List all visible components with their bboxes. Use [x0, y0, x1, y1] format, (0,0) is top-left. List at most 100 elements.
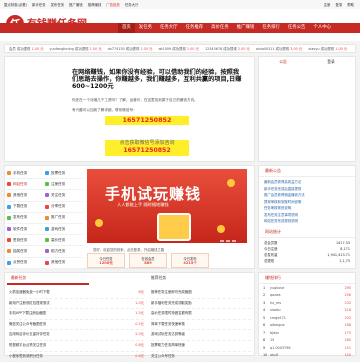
task-row[interactable]: 新手福利任务完成领取奖励 — [151, 299, 251, 310]
category-icon — [7, 227, 11, 232]
task-row[interactable]: 推荐任务注册即可完成截图 — [151, 288, 251, 299]
banner-title: 手机试玩赚钱 — [105, 185, 202, 203]
category-item[interactable]: 投票任务 — [45, 171, 83, 176]
category-item[interactable]: 其他任务 — [45, 260, 83, 265]
promo-banner[interactable]: 手机试玩赚钱 人人都能上手 随时随地赚钱 — [87, 169, 247, 243]
coin-icon — [217, 225, 225, 233]
site-stats-list: 总会员数 1417.33 今日注册 8,171 总发布量 1,941,413.71 总… — [259, 238, 355, 266]
task-row[interactable]: 应用商店评价五星好评任务 2.0元 — [9, 330, 144, 341]
task-row[interactable]: 短视频平台点赞关注任务 0.8元 — [9, 341, 144, 352]
category-icon — [7, 171, 11, 176]
nav-home[interactable]: 首页 — [118, 23, 135, 33]
task-row[interactable]: 小程序签到领积分任务 0.6元 — [9, 352, 144, 362]
category-item[interactable]: 高价任务 — [45, 238, 83, 243]
rank-row[interactable]: 5 cmge571 202 — [259, 314, 355, 322]
category-item[interactable]: 其他任务 — [7, 193, 45, 198]
ranking-title: 赚钱排行 — [259, 273, 355, 284]
cta-highlight[interactable]: 点击获取微信号添加咨询 16571250852 — [105, 140, 189, 156]
category-item[interactable]: 助力任务 — [45, 249, 83, 254]
stat-card: 今日发布 3215个 — [171, 253, 209, 268]
category-icon — [45, 171, 49, 176]
category-icon — [45, 227, 49, 232]
rank-row[interactable]: 10 abc8 140 — [259, 352, 355, 360]
category-item[interactable]: 关注任务 — [45, 193, 83, 198]
category-icon — [45, 249, 49, 254]
login-link[interactable]: 登录 — [335, 2, 342, 7]
task-row[interactable]: 简单下载任务快速审核 — [151, 320, 251, 331]
rank-row[interactable]: 2 qazws 256 — [259, 292, 355, 300]
welcome-text: 您好，欢迎您的到来，点击登录，开启赚钱之路 — [93, 248, 165, 252]
category-icon — [7, 215, 11, 220]
top-link[interactable]: 新手任务 — [32, 2, 46, 7]
rank-row[interactable]: 3 hu_ms 232 — [259, 299, 355, 307]
nav-item[interactable]: 高价任务 — [207, 23, 233, 33]
category-icon — [45, 238, 49, 243]
task-row[interactable]: 游戏试玩任务达到等级 — [151, 330, 251, 341]
top-link-hot[interactable]: 广告投放 — [106, 2, 120, 7]
task-row[interactable]: 高价任务限时抢做名额有限 — [151, 309, 251, 320]
latest-task-list: 火箭加速器免费一小时下载 8元 新用户注册领红包提现测试 1.0元 手机APP下载注… — [9, 288, 144, 362]
top-link[interactable]: 发布任务 — [51, 2, 65, 7]
promo-sub: 有兴趣可以加我了解详细，联系微信号： — [72, 108, 137, 112]
nav-item[interactable]: 个人中心 — [309, 23, 335, 33]
nav-item[interactable]: 任务公告 — [284, 23, 310, 33]
category-item[interactable]: 注册任务 — [45, 182, 83, 187]
nav-item[interactable]: 任务大厅 — [156, 23, 182, 33]
category-item[interactable]: 抽奖任务 — [7, 249, 45, 254]
category-item[interactable]: 软件任务 — [7, 227, 45, 232]
nav-item[interactable]: 任务推荐 — [182, 23, 208, 33]
ticker-item: wt1009 成功提现 1.00 元 — [158, 47, 199, 51]
task-row[interactable]: 手机APP下载注册后截图 1.5元 — [9, 309, 144, 320]
tab-login[interactable]: 登录 — [307, 57, 355, 67]
task-lists-section: 最新任务 推荐任务 火箭加速器免费一小时下载 8元 新用户注册领红包提现测试 1.0… — [4, 272, 255, 362]
top-link[interactable]: 任务大厅 — [125, 2, 139, 7]
register-link[interactable]: 注册 — [324, 2, 331, 7]
phone-highlight[interactable]: 16571250852 — [105, 116, 189, 125]
stat-row: 总提现 1,1,75 — [264, 258, 350, 263]
help-link[interactable]: 帮助 — [347, 2, 354, 7]
category-item[interactable]: 下载任务 — [7, 204, 45, 209]
category-item[interactable]: 手机任务 — [7, 171, 45, 176]
task-row[interactable]: 新用户注册领红包提现测试 1.0元 — [9, 299, 144, 310]
news-title: 最新公告 — [259, 166, 355, 177]
category-item[interactable]: 点赞任务 — [7, 260, 45, 265]
category-item[interactable]: 分享任务 — [45, 204, 83, 209]
category-icon — [7, 249, 11, 254]
category-icon — [7, 260, 11, 265]
rank-row[interactable]: 1 yuqilove 290 — [259, 284, 355, 292]
nav-item[interactable]: 发任务 — [135, 23, 156, 33]
top-link[interactable]: 推广赚钱 — [69, 2, 83, 7]
promo-panel: 在网络赚钱，如果你没有经验，可以借助我们的经验，按照我 们思路去操作，你赚越多，… — [4, 56, 255, 162]
rank-row[interactable]: 9 q1.0003798 151 — [259, 344, 355, 352]
banner-subtitle: 人人都能上手 随时随地赚钱 — [117, 202, 169, 207]
category-icon — [7, 204, 11, 209]
category-item[interactable]: 网站任务 — [7, 182, 45, 187]
news-and-stats-panel: 最新公告 最新会员获得高收益方法 新手任务完成后直接提现 推广会员获得佣金赚钱方… — [258, 165, 356, 269]
task-row[interactable]: 微信关注公众号截图任务 0.5元 — [9, 320, 144, 331]
coin-icon — [95, 219, 103, 227]
top-link[interactable]: 整点特惠(必看) — [4, 2, 27, 7]
category-icon — [45, 215, 49, 220]
task-row[interactable]: 投票助力任务简单快速 — [151, 341, 251, 352]
promo-line: 在网络赚钱，如果你没有经验，可以借助我们的经验，按照我 — [72, 69, 240, 76]
task-row[interactable]: 火箭加速器免费一小时下载 8元 — [9, 288, 144, 299]
category-item[interactable]: 推广任务 — [45, 215, 83, 220]
promo-line: 600~1200元 — [72, 83, 114, 90]
rank-row[interactable]: 7 bjdsv 175 — [259, 329, 355, 337]
right-panel-body — [259, 67, 355, 161]
nav-item[interactable]: 任务排行 — [258, 23, 284, 33]
rank-row[interactable]: 8 15 160 — [259, 337, 355, 345]
rank-row[interactable]: 4 xiaotu 218 — [259, 307, 355, 315]
ticker-item: 12345678 成功提现 2.00 元 — [204, 47, 250, 51]
promo-line: 们思路去操作，你赚越多，我们赚越多，互利共赢的项目,日赚 — [72, 76, 242, 83]
tab-notice[interactable]: 公告 — [259, 57, 307, 67]
nav-item[interactable]: 推广赚钱 — [233, 23, 259, 33]
category-item[interactable]: 发布任务 — [7, 215, 45, 220]
rank-row[interactable]: 6 aibaiguo 188 — [259, 322, 355, 330]
task-row[interactable]: 关注公众号任务 — [151, 352, 251, 362]
top-link[interactable]: 推荐赚钱 — [88, 2, 102, 7]
carousel-dots[interactable] — [220, 240, 236, 242]
news-item[interactable]: 网站任务完成规则说明 — [264, 218, 350, 225]
category-item[interactable]: 签到任务 — [7, 238, 45, 243]
category-item[interactable]: 游戏任务 — [45, 227, 83, 232]
